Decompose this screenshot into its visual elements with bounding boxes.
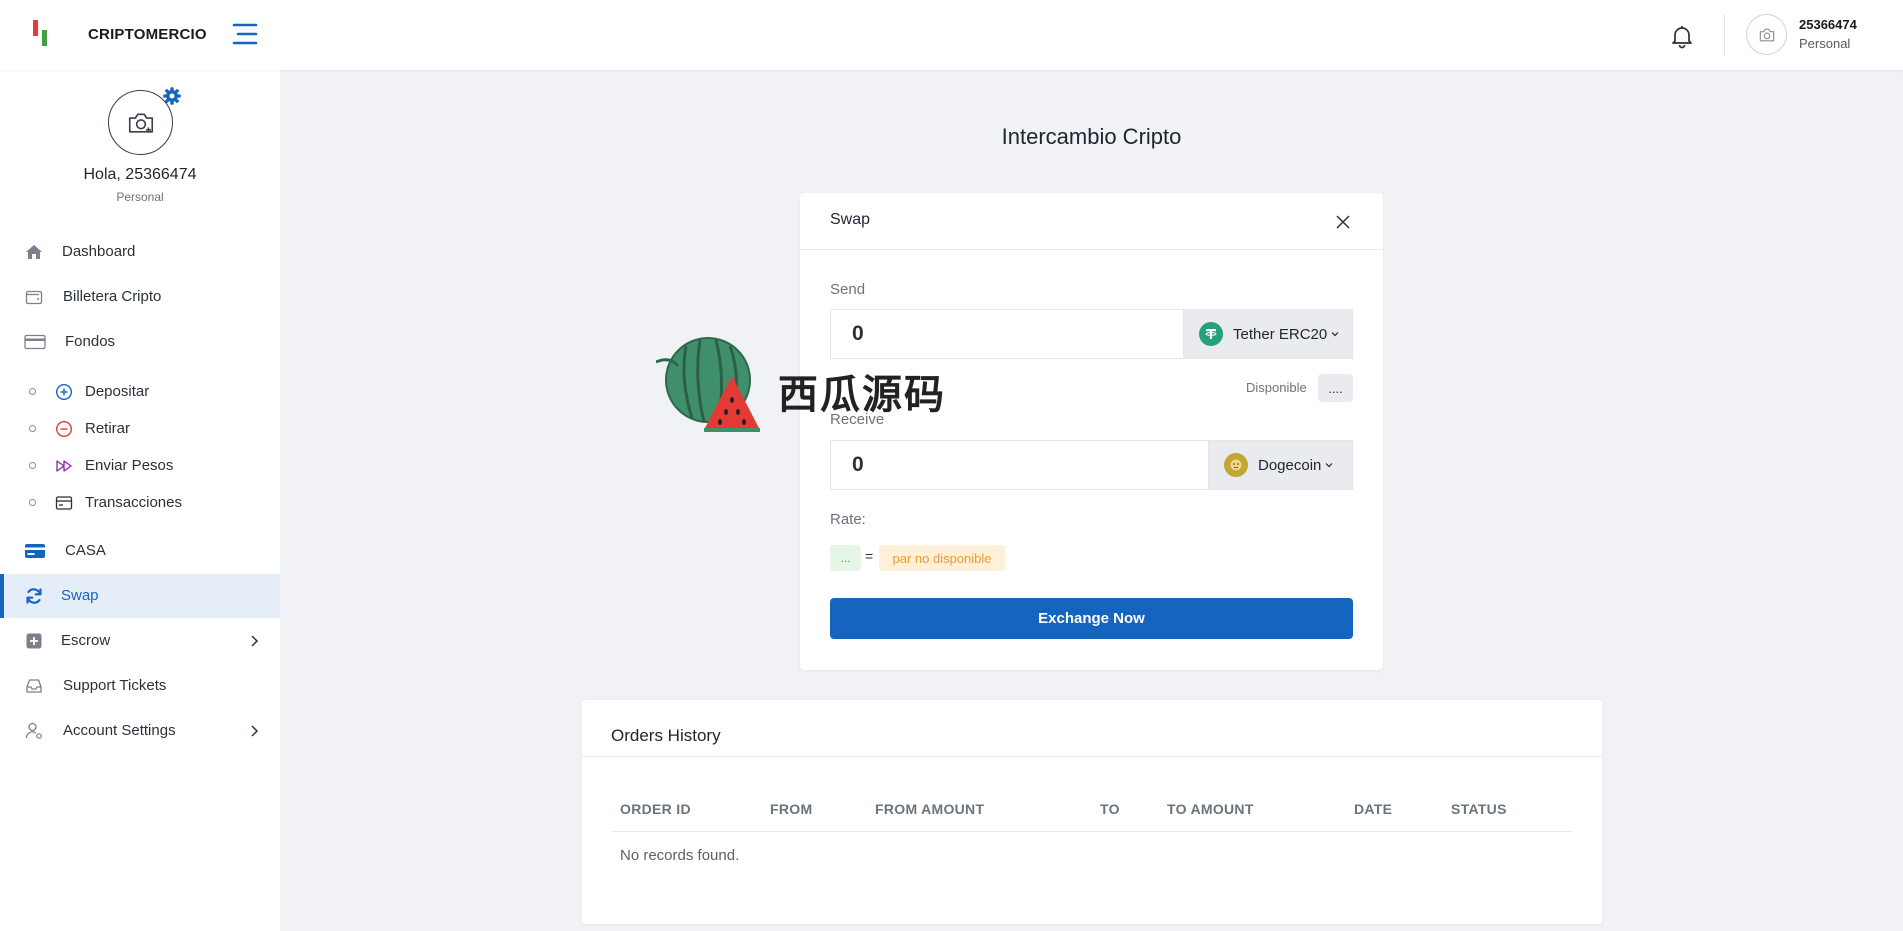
chevron-down-icon — [1325, 463, 1333, 468]
camera-icon — [1759, 28, 1774, 41]
notification-bell-icon[interactable] — [1668, 22, 1696, 50]
available-label: Disponible — [1246, 380, 1307, 395]
chevron-right-icon — [251, 725, 259, 737]
column-header-status: STATUS — [1451, 801, 1507, 817]
table-header-divider — [611, 831, 1573, 832]
rate-status-badge: par no disponible — [879, 545, 1005, 571]
column-header-from-amount: FROM AMOUNT — [875, 801, 985, 817]
refresh-icon — [26, 588, 42, 604]
column-header-to-amount: TO AMOUNT — [1167, 801, 1254, 817]
sidebar-item-billetera[interactable]: Billetera Cripto — [0, 275, 280, 319]
column-header-from: FROM — [770, 801, 813, 817]
sidebar: Hola, 25366474 Personal Dashboard Billet… — [0, 70, 280, 931]
watermark: 西瓜源码 — [655, 336, 966, 436]
rate-equals: = — [865, 548, 874, 564]
wallet-icon — [25, 290, 43, 305]
brand-name: CRIPTOMERCIO — [88, 26, 207, 43]
dogecoin-icon — [1224, 453, 1248, 477]
header-avatar[interactable] — [1746, 14, 1787, 55]
hamburger-menu-icon[interactable] — [230, 20, 258, 48]
header-user-role: Personal — [1799, 36, 1851, 51]
sidebar-item-label: Account Settings — [63, 722, 176, 739]
column-header-to: TO — [1100, 801, 1120, 817]
sidebar-item-swap[interactable]: Swap — [0, 574, 280, 618]
sidebar-item-escrow[interactable]: Escrow — [0, 619, 280, 663]
home-icon — [26, 245, 42, 259]
column-header-order-id: ORDER ID — [620, 801, 691, 817]
sidebar-item-account-settings[interactable]: Account Settings — [0, 709, 280, 753]
sidebar-item-label: Billetera Cripto — [63, 288, 162, 305]
close-icon[interactable] — [1334, 213, 1352, 231]
casa-card-icon — [25, 544, 45, 558]
plus-circle-icon — [55, 383, 73, 401]
sidebar-subitem-enviar-pesos[interactable]: Enviar Pesos — [0, 448, 280, 482]
bullet-dot — [29, 499, 36, 506]
rate-label: Rate: — [830, 511, 866, 528]
profile-greeting: Hola, 25366474 — [83, 166, 197, 183]
plus-square-icon — [26, 633, 42, 649]
tether-icon — [1199, 322, 1223, 346]
user-settings-icon — [25, 722, 42, 739]
sidebar-item-label: Dashboard — [62, 243, 136, 260]
sidebar-subitem-label: Depositar — [85, 383, 150, 400]
watermark-text: 西瓜源码 — [778, 372, 946, 418]
card-divider — [582, 756, 1602, 757]
bullet-dot — [29, 462, 36, 469]
bullet-dot — [29, 388, 36, 395]
card-divider — [800, 249, 1383, 250]
page-title: Intercambio Cripto — [1001, 124, 1182, 149]
sidebar-item-label: Swap — [61, 587, 99, 604]
chevron-down-icon — [1331, 332, 1339, 337]
sidebar-item-label: Escrow — [61, 632, 111, 649]
receive-amount-input[interactable] — [830, 440, 1208, 490]
sidebar-subitem-label: Transacciones — [85, 494, 182, 511]
top-header: CRIPTOMERCIO 25366474 Personal — [0, 0, 1903, 70]
fast-forward-icon — [56, 460, 72, 472]
inbox-icon — [26, 679, 42, 693]
sidebar-item-label: Fondos — [65, 333, 116, 350]
sidebar-subitem-retirar[interactable]: Retirar — [0, 411, 280, 445]
rate-from-badge: ... — [830, 545, 861, 571]
orders-history-card: Orders History ORDER ID FROM FROM AMOUNT… — [582, 700, 1602, 924]
send-coin-name: Tether ERC20 — [1233, 325, 1328, 343]
empty-table-message: No records found. — [620, 847, 740, 864]
gear-icon[interactable] — [162, 86, 182, 106]
exchange-now-button[interactable]: Exchange Now — [830, 598, 1353, 639]
card-list-icon — [55, 496, 73, 510]
receive-coin-name: Dogecoin — [1258, 456, 1322, 474]
chevron-right-icon — [251, 635, 259, 647]
sidebar-item-dashboard[interactable]: Dashboard — [0, 230, 280, 274]
sidebar-subitem-depositar[interactable]: Depositar — [0, 374, 280, 408]
credit-card-icon — [24, 334, 46, 350]
watermelon-logo-icon — [655, 337, 760, 432]
swap-card-title: Swap — [830, 211, 871, 228]
sidebar-subitem-label: Retirar — [85, 420, 131, 437]
column-header-date: DATE — [1354, 801, 1393, 817]
receive-coin-select[interactable]: Dogecoin — [1208, 440, 1353, 490]
header-divider — [1724, 14, 1725, 56]
criptomercio-logo-icon — [33, 20, 47, 46]
orders-history-title: Orders History — [611, 726, 721, 745]
available-balance-button[interactable]: .... — [1318, 374, 1353, 402]
bullet-dot — [29, 425, 36, 432]
minus-circle-icon — [55, 420, 73, 438]
sidebar-item-casa[interactable]: CASA — [0, 529, 280, 573]
sidebar-item-support-tickets[interactable]: Support Tickets — [0, 664, 280, 708]
sidebar-subitem-transacciones[interactable]: Transacciones — [0, 485, 280, 519]
sidebar-item-label: Support Tickets — [63, 677, 167, 694]
sidebar-item-fondos[interactable]: Fondos — [0, 320, 280, 364]
send-coin-select[interactable]: Tether ERC20 — [1183, 309, 1353, 359]
send-label: Send — [830, 281, 866, 298]
profile-role: Personal — [116, 190, 164, 204]
header-user-name[interactable]: 25366474 — [1799, 17, 1857, 32]
sidebar-subitem-label: Enviar Pesos — [85, 457, 174, 474]
sidebar-item-label: CASA — [65, 542, 106, 559]
camera-add-icon — [128, 112, 153, 133]
